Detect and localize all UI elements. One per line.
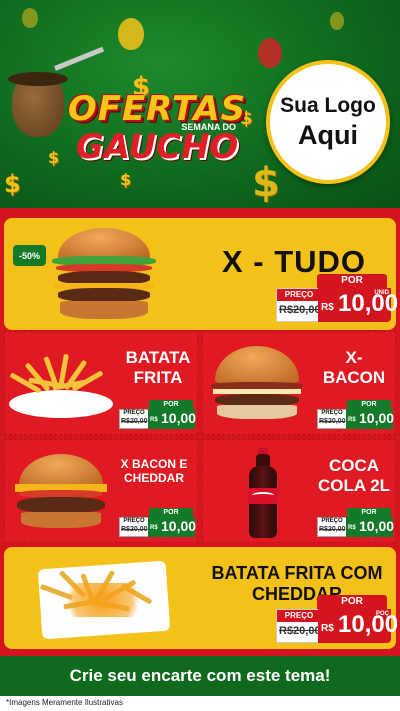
price-value: 10,00 [338, 611, 399, 638]
x-bacon-burger-image [207, 342, 307, 426]
price-value: 10,00 [161, 410, 197, 426]
price-tag-xtudo: POR PREÇO R$20,00 R$ 10,00 UNID [276, 274, 398, 326]
currency: R$ [150, 417, 158, 423]
product-card-xtudo[interactable]: -50% X - TUDO POR PREÇO R$20,00 R$ 10,00… [4, 218, 398, 330]
cheddar-fries-image [34, 557, 174, 640]
price-por-label: POR [149, 508, 193, 517]
old-price: R$20,00 [319, 526, 346, 533]
currency: R$ [348, 525, 356, 531]
price-tag-x-bacon: POR PREÇO R$20,00 R$ 10,00 [317, 400, 395, 430]
french-fries-image [9, 352, 113, 422]
price-preco-label: PREÇO [277, 289, 321, 301]
coca-cola-bottle-image [245, 448, 281, 540]
balloon-icon [330, 12, 344, 30]
price-unit: UNID [374, 290, 389, 296]
product-name-x-bacon: X- BACON [322, 348, 386, 387]
product-name-x-bacon-cheddar: X BACON E CHEDDAR [120, 457, 188, 485]
price-preco-label: PREÇO [123, 518, 145, 524]
price-value: 10,00 [161, 518, 197, 534]
product-name-batata-frita: BATATA FRITA [125, 348, 191, 387]
price-value: 10,00 [359, 518, 395, 534]
currency: R$ [321, 623, 334, 634]
bomba-straw-icon [54, 46, 105, 71]
dollar-icon: $ [120, 170, 132, 189]
currency: R$ [150, 525, 158, 531]
offers-board: -50% X - TUDO POR PREÇO R$20,00 R$ 10,00… [0, 208, 400, 656]
balloon-icon [22, 8, 38, 28]
price-tag-batata-cheddar: POR PREÇO R$20,00 R$ 10,00 POÇ [276, 595, 398, 647]
product-card-batata-frita[interactable]: BATATA FRITA POR PREÇO R$20,00 R$ 10,00 [4, 331, 198, 435]
price-value: 10,00 [338, 290, 399, 317]
title-ofertas: OFERTAS [67, 89, 247, 129]
chimarrao-rim-icon [8, 72, 68, 86]
price-tag-batata-frita: POR PREÇO R$20,00 R$ 10,00 [119, 400, 197, 430]
cta-text: Crie seu encarte com este tema! [69, 666, 331, 685]
x-bacon-cheddar-burger-image [11, 450, 111, 536]
dollar-icon: $ [4, 170, 21, 198]
old-price: R$20,00 [279, 304, 321, 316]
logo-text-line1: Sua Logo [280, 93, 376, 117]
product-card-x-bacon[interactable]: X- BACON POR PREÇO R$20,00 R$ 10,00 [202, 331, 396, 435]
product-name-coca-cola: COCA COLA 2L [317, 456, 391, 495]
currency: R$ [348, 417, 356, 423]
cta-banner[interactable]: Crie seu encarte com este tema! [0, 656, 400, 696]
price-preco-label: PREÇO [123, 410, 145, 416]
promo-title: OFERTAS SEMANA DO GAUCHO [52, 92, 262, 164]
balloon-icon [118, 18, 144, 50]
logo-text-line2: Aqui [298, 119, 358, 150]
currency: R$ [321, 302, 334, 313]
price-por-label: POR [347, 400, 391, 409]
product-card-coca-cola[interactable]: COCA COLA 2L POR PREÇO R$20,00 R$ 10,00 [202, 439, 396, 543]
balloon-icon [258, 38, 282, 68]
price-unit: POÇ [375, 611, 389, 617]
price-por-label: POR [317, 274, 387, 288]
discount-badge: -50% [13, 245, 46, 266]
price-tag-x-bacon-cheddar: POR PREÇO R$20,00 R$ 10,00 [119, 508, 197, 538]
price-value: 10,00 [359, 410, 395, 426]
price-por-label: POR [317, 595, 387, 609]
header-banner: $ $ $ $ $ $ OFERTAS SEMANA DO GAUCHO Sua… [0, 0, 400, 212]
xtudo-burger-image [44, 226, 164, 326]
product-card-batata-cheddar[interactable]: BATATA FRITA COM CHEDDAR POR PREÇO R$20,… [4, 547, 398, 649]
old-price: R$20,00 [279, 625, 321, 637]
price-por-label: POR [347, 508, 391, 517]
dollar-icon: $ [252, 160, 280, 206]
price-tag-coca-cola: POR PREÇO R$20,00 R$ 10,00 [317, 508, 395, 538]
price-preco-label: PREÇO [321, 518, 343, 524]
old-price: R$20,00 [121, 526, 148, 533]
disclaimer-text: *Imagens Meramente Ilustrativas [6, 698, 123, 707]
product-card-x-bacon-cheddar[interactable]: X BACON E CHEDDAR POR PREÇO R$20,00 R$ 1… [4, 439, 198, 543]
logo-placeholder[interactable]: Sua Logo Aqui [266, 60, 390, 184]
old-price: R$20,00 [121, 418, 148, 425]
title-gaucho: GAUCHO [75, 127, 239, 167]
price-por-label: POR [149, 400, 193, 409]
price-preco-label: PREÇO [277, 610, 321, 622]
old-price: R$20,00 [319, 418, 346, 425]
price-preco-label: PREÇO [321, 410, 343, 416]
